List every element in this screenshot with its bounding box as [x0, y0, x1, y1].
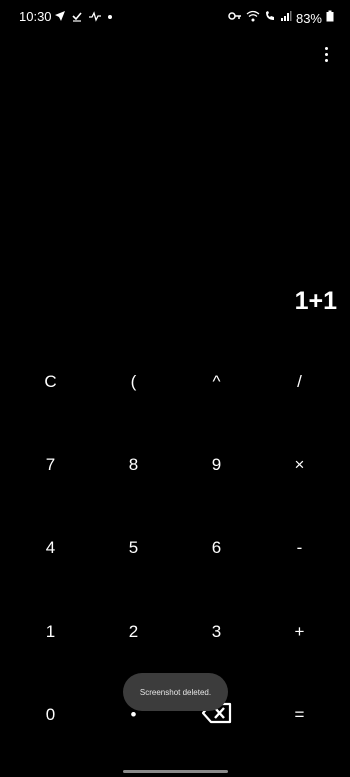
- expression-display[interactable]: 1+1: [295, 287, 337, 316]
- battery-percentage: 83%: [295, 10, 322, 26]
- digit-3-key-label: 3: [211, 621, 222, 641]
- wifi-calling-icon: [88, 9, 102, 27]
- add-key-label: +: [294, 621, 305, 641]
- equals-key-label: =: [294, 705, 305, 725]
- digit-2-key-label: 2: [128, 621, 139, 641]
- digit-5-key-label: 5: [128, 538, 139, 558]
- navigation-arrow-icon: [54, 9, 66, 27]
- digit-5-key[interactable]: 5: [92, 507, 175, 590]
- status-right-icons: 83%: [228, 9, 334, 27]
- power-key[interactable]: ^: [175, 340, 258, 423]
- wifi-icon: [246, 9, 260, 27]
- digit-4-key[interactable]: 4: [9, 507, 92, 590]
- digit-4-key-label: 4: [45, 538, 56, 558]
- digit-0-key[interactable]: 0: [9, 674, 92, 757]
- digit-9-key-label: 9: [211, 455, 222, 475]
- divide-key-label: /: [297, 371, 302, 391]
- home-indicator[interactable]: [123, 770, 228, 773]
- digit-6-key[interactable]: 6: [175, 507, 258, 590]
- more-options-dot: [324, 58, 328, 62]
- status-bar: 10:30 83%: [0, 0, 350, 34]
- digit-9-key[interactable]: 9: [175, 423, 258, 506]
- open-paren-key[interactable]: (: [92, 340, 175, 423]
- status-left-icons: [54, 9, 113, 27]
- clear-key-label: C: [44, 371, 57, 391]
- digit-3-key[interactable]: 3: [175, 590, 258, 673]
- digit-7-key-label: 7: [45, 455, 56, 475]
- open-paren-key-label: (: [130, 371, 137, 391]
- equals-key[interactable]: =: [258, 674, 341, 757]
- digit-0-key-label: 0: [45, 705, 56, 725]
- signal-icon: [280, 9, 292, 27]
- multiply-key[interactable]: ×: [258, 423, 341, 506]
- digit-6-key-label: 6: [211, 538, 222, 558]
- multiply-key-label: ×: [294, 455, 305, 475]
- digit-8-key[interactable]: 8: [92, 423, 175, 506]
- dot-icon: [107, 9, 113, 27]
- digit-8-key-label: 8: [128, 455, 139, 475]
- more-options-dot: [324, 52, 328, 56]
- wifi-call-icon: [264, 9, 276, 27]
- more-options-icon: [324, 46, 328, 50]
- battery-icon: [326, 9, 334, 27]
- power-key-label: ^: [212, 371, 221, 391]
- clear-key[interactable]: C: [9, 340, 92, 423]
- subtract-key-label: -: [296, 538, 303, 558]
- subtract-key[interactable]: -: [258, 507, 341, 590]
- digit-2-key[interactable]: 2: [92, 590, 175, 673]
- vpn-key-icon: [228, 9, 242, 27]
- digit-1-key-label: 1: [45, 621, 56, 641]
- digit-1-key[interactable]: 1: [9, 590, 92, 673]
- divide-key[interactable]: /: [258, 340, 341, 423]
- digit-7-key[interactable]: 7: [9, 423, 92, 506]
- add-key[interactable]: +: [258, 590, 341, 673]
- check-notification-icon: [71, 9, 83, 27]
- toast-message: Screenshot deleted.: [123, 673, 228, 711]
- status-time: 10:30: [19, 9, 52, 24]
- more-options-button[interactable]: [316, 43, 336, 65]
